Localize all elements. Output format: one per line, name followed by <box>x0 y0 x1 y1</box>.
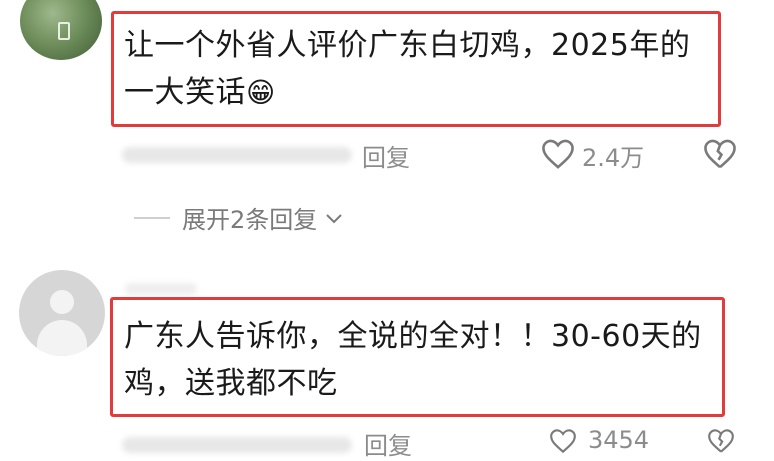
like-count: 3454 <box>588 426 650 454</box>
blurred-meta <box>122 437 352 453</box>
reply-button[interactable]: 回复 <box>362 138 410 173</box>
comment-text: 广东人告诉你，全说的全对！！30-60天的 鸡，送我都不吃 <box>124 313 714 407</box>
comment-line: 让一个外省人评价广东白切鸡，2025年的 <box>124 28 691 63</box>
heart-icon[interactable] <box>540 138 576 170</box>
expand-replies-button[interactable]: 展开2条回复 <box>134 200 345 235</box>
comment-line: 一大笑话😁 <box>124 75 276 110</box>
grin-emoji-icon: 😁 <box>246 76 276 109</box>
blurred-meta <box>122 147 352 163</box>
broken-heart-icon[interactable] <box>702 138 738 170</box>
reply-button[interactable]: 回复 <box>364 426 412 461</box>
like-count: 2.4万 <box>582 144 645 172</box>
divider <box>134 216 170 219</box>
comment-line: 广东人告诉你，全说的全对！！30-60天的 <box>124 319 702 354</box>
blurred-username <box>125 283 197 295</box>
avatar[interactable] <box>20 0 102 60</box>
chevron-down-icon <box>326 213 342 223</box>
avatar[interactable] <box>19 270 105 356</box>
comment-line: 鸡，送我都不吃 <box>124 366 338 401</box>
expand-replies-label: 展开2条回复 <box>182 206 318 234</box>
broken-heart-icon[interactable] <box>706 428 736 454</box>
heart-icon[interactable] <box>548 428 578 454</box>
comment-text: 让一个外省人评价广东白切鸡，2025年的 一大笑话😁 <box>124 22 714 116</box>
